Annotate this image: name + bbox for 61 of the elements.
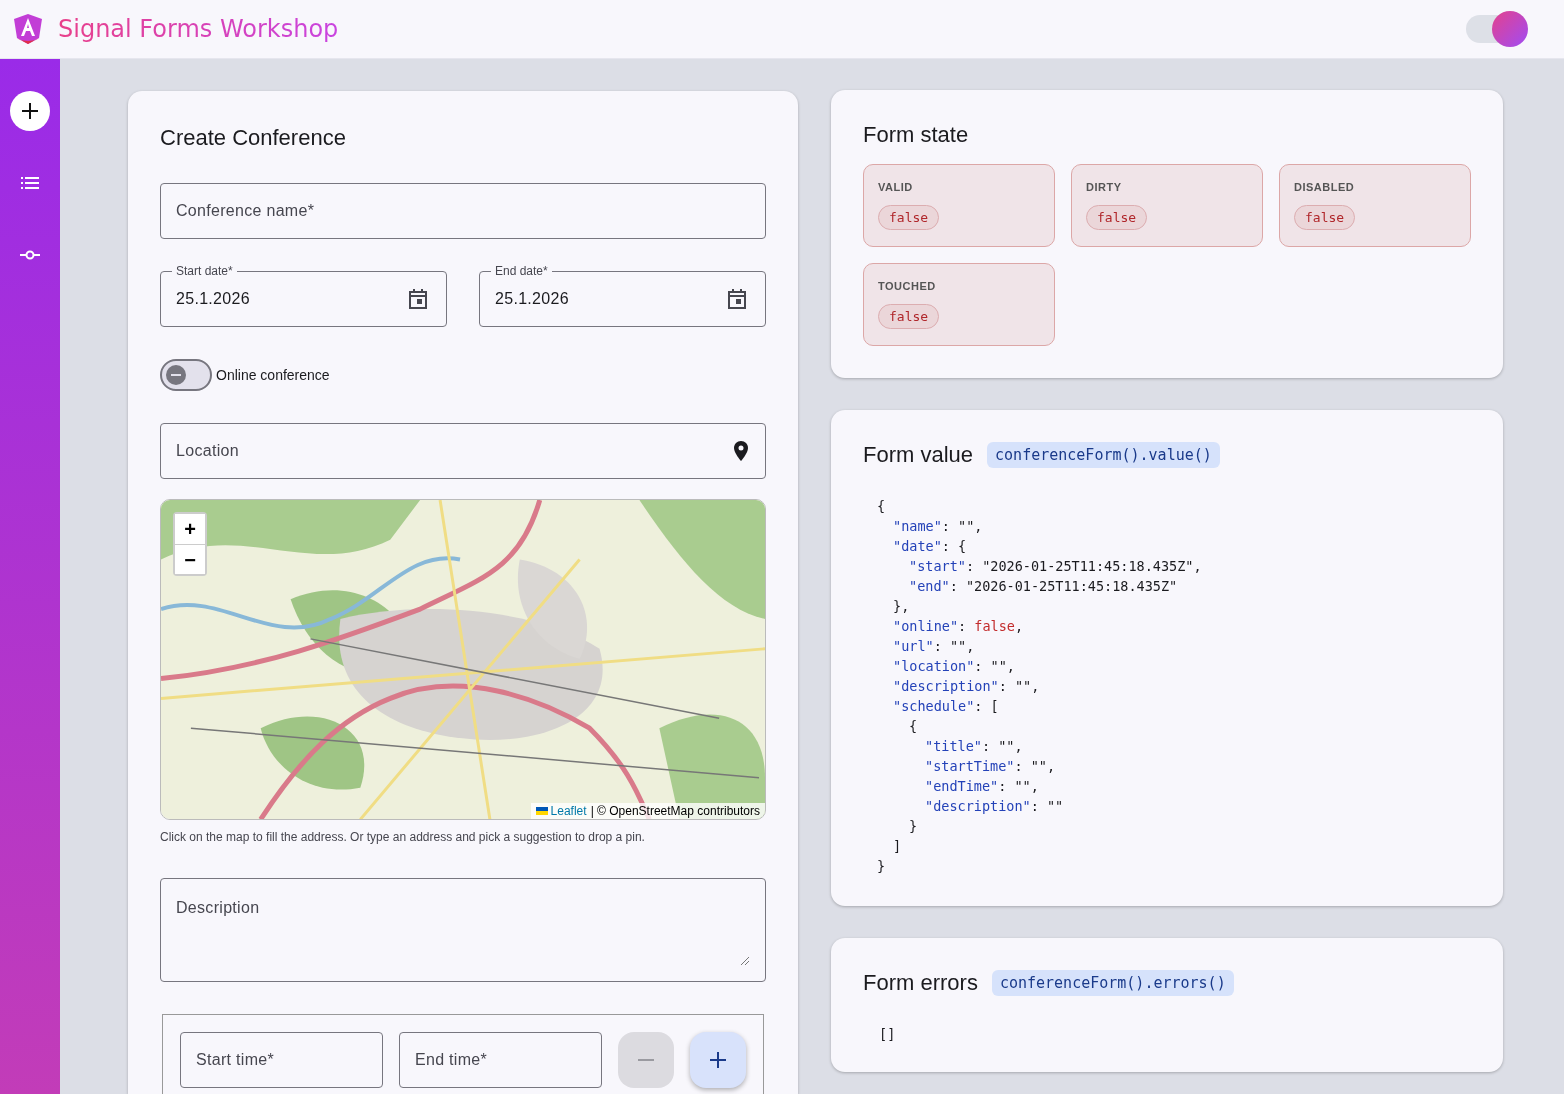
- state-label: TOUCHED: [878, 280, 937, 292]
- app-title: Signal Forms Workshop: [58, 15, 339, 43]
- input-field[interactable]: Location: [160, 422, 766, 479]
- code-line: {: [908, 717, 919, 736]
- toggle-switch[interactable]: [160, 358, 212, 391]
- calendar-icon[interactable]: [408, 287, 428, 310]
- logo-icon: [12, 13, 44, 45]
- list-icon: [21, 177, 39, 189]
- state-label: DISABLED: [1294, 181, 1356, 193]
- flag-icon: [535, 807, 548, 816]
- code-line: "end": "2026-01-25T11:45:18.435Z": [908, 577, 1179, 596]
- pin-icon: [734, 440, 748, 461]
- code-line: "description": "",: [892, 677, 1041, 696]
- zoom-out-button[interactable]: −: [175, 543, 205, 574]
- sidebar-item[interactable]: [10, 91, 50, 131]
- map-hint: Click on the map to fill the address. Or type an address and pick a suggestion to drop a pin.: [160, 830, 646, 845]
- state-value: false: [1086, 205, 1148, 230]
- state-value: false: [878, 304, 940, 329]
- card-title: Create Conference: [160, 125, 347, 151]
- minus-icon: [171, 373, 181, 376]
- textarea-field[interactable]: Description: [160, 878, 766, 983]
- plus-icon: [21, 102, 39, 120]
- calendar-icon[interactable]: [727, 287, 747, 310]
- code-line: "name": "",: [892, 517, 984, 536]
- input-field[interactable]: Start time*: [180, 1032, 383, 1089]
- attribution-text: | © OpenStreetMap contributors: [590, 804, 760, 819]
- card-title: Form errors: [863, 970, 978, 996]
- input-field[interactable]: Conference name*: [160, 183, 766, 239]
- code-line: }: [877, 857, 887, 876]
- code-line: }: [908, 817, 919, 836]
- toggle-label: Online conference: [216, 366, 330, 383]
- state-value: false: [1294, 205, 1356, 230]
- code-line: "description": "": [924, 797, 1065, 816]
- state-label: DIRTY: [1086, 181, 1123, 193]
- code-line: "schedule": [: [892, 697, 1000, 716]
- code-line: "url": "",: [892, 637, 976, 656]
- code-tag: conferenceForm().errors(): [991, 970, 1234, 996]
- code-line: },: [892, 597, 911, 616]
- code-line: "start": "2026-01-25T11:45:18.435Z",: [908, 557, 1203, 576]
- plus-icon: [710, 1052, 726, 1069]
- theme-toggle[interactable]: [1464, 11, 1528, 47]
- commit-icon: [20, 250, 40, 260]
- code-line: ]: [892, 837, 903, 856]
- code-line: "endTime": "",: [924, 777, 1040, 796]
- code-tag: conferenceForm().value(): [987, 442, 1220, 468]
- map[interactable]: + − Leaflet | © OpenStreetMap contributors: [160, 498, 766, 821]
- minus-icon: [638, 1059, 654, 1062]
- resize-handle-icon[interactable]: [741, 957, 749, 966]
- card-title: Form state: [863, 122, 970, 148]
- code-line: "title": "",: [924, 737, 1024, 756]
- code-line: "startTime": "",: [924, 757, 1057, 776]
- code-line: {: [877, 497, 887, 516]
- code-line: "location": "",: [892, 657, 1016, 676]
- code-line: []: [879, 1026, 897, 1042]
- code-line: "online": false,: [892, 617, 1025, 636]
- input-field[interactable]: End time*: [399, 1032, 602, 1089]
- attribution-link[interactable]: Leaflet: [535, 804, 587, 819]
- code-line: "date": {: [892, 537, 968, 556]
- card-title: Form value: [863, 442, 974, 468]
- state-value: false: [878, 205, 940, 230]
- state-label: VALID: [878, 181, 914, 193]
